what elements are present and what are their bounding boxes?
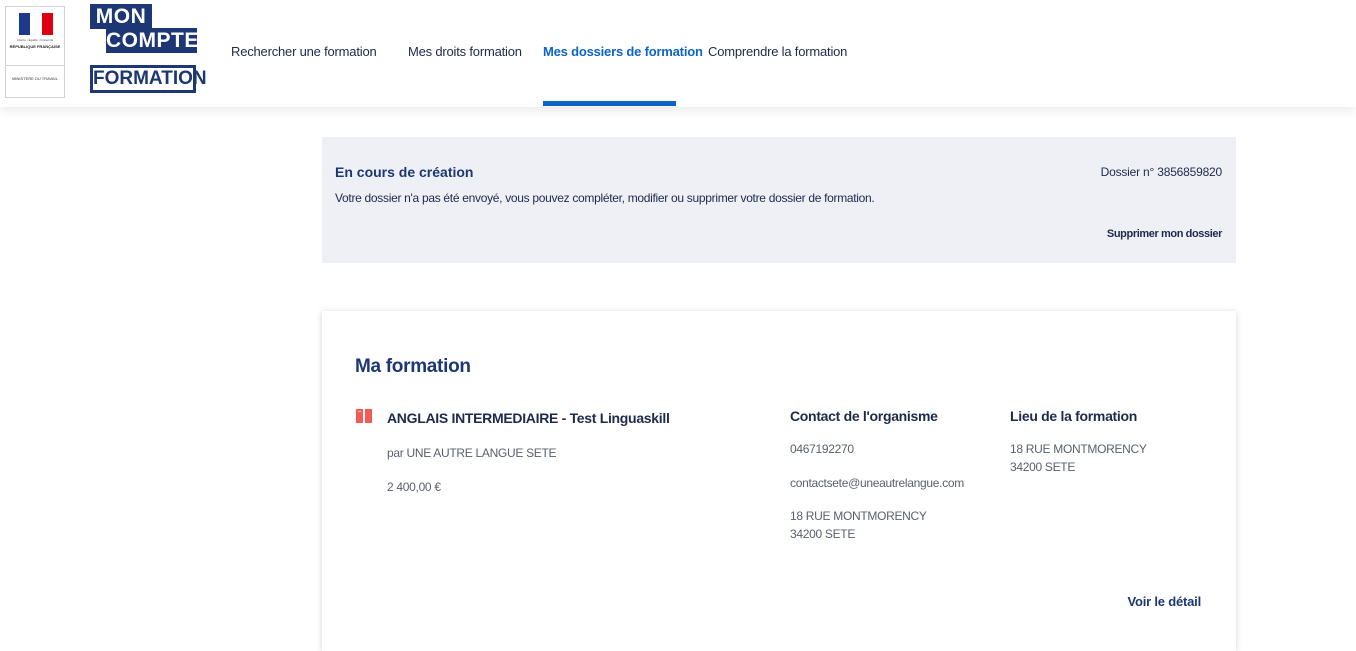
nav-comprendre-formation[interactable]: Comprendre la formation <box>708 44 847 59</box>
brand-compte: COMPTE <box>106 28 199 53</box>
formation-name: ANGLAIS INTERMEDIAIRE - Test Linguaskill <box>387 410 670 426</box>
formation-price: 2 400,00 € <box>387 480 441 494</box>
republic-name: RÉPUBLIQUE FRANÇAISE <box>9 44 61 49</box>
contact-address-line2: 34200 SETE <box>790 527 856 541</box>
delete-dossier-link[interactable]: Supprimer mon dossier <box>1107 228 1222 240</box>
active-nav-indicator <box>543 101 676 106</box>
brand-mon: MON <box>90 4 152 29</box>
logo-divider <box>6 65 64 66</box>
dossier-status-panel: En cours de création Votre dossier n'a p… <box>322 137 1236 263</box>
formation-card: Ma formation ANGLAIS INTERMEDIAIRE - Tes… <box>322 311 1236 651</box>
nav-mes-dossiers-formation[interactable]: Mes dossiers de formation <box>543 44 703 59</box>
nav-mes-droits-formation[interactable]: Mes droits formation <box>408 44 522 59</box>
contact-heading: Contact de l'organisme <box>790 408 938 424</box>
republique-francaise-logo[interactable]: Liberté • Égalité • Fraternité RÉPUBLIQU… <box>5 6 65 98</box>
dossier-number: Dossier n° 3856859820 <box>1100 165 1223 179</box>
status-title: En cours de création <box>335 164 474 180</box>
mon-compte-formation-logo[interactable]: MON COMPTE FORMATION <box>88 4 207 93</box>
republic-motto: Liberté • Égalité • Fraternité <box>16 38 54 42</box>
status-description: Votre dossier n'a pas été envoyé, vous p… <box>335 191 875 205</box>
nav-rechercher-formation[interactable]: Rechercher une formation <box>231 44 377 59</box>
contact-phone: 0467192270 <box>790 442 854 456</box>
section-title: Ma formation <box>355 356 471 377</box>
formation-organism: par UNE AUTRE LANGUE SETE <box>387 446 557 460</box>
ministry-name: MINISTÈRE DU TRAVAIL <box>12 76 58 81</box>
contact-address-line1: 18 RUE MONTMORENCY <box>790 509 927 523</box>
location-address-line2: 34200 SETE <box>1010 460 1076 474</box>
view-detail-link[interactable]: Voir le détail <box>1127 594 1201 609</box>
location-heading: Lieu de la formation <box>1010 408 1138 424</box>
site-header: Liberté • Égalité • Fraternité RÉPUBLIQU… <box>0 0 1356 107</box>
brand-formation: FORMATION <box>90 65 207 93</box>
marianne-flag-icon <box>19 13 53 35</box>
contact-email: contactsete@uneautrelangue.com <box>790 476 964 490</box>
book-icon <box>356 409 372 423</box>
location-address-line1: 18 RUE MONTMORENCY <box>1010 442 1147 456</box>
